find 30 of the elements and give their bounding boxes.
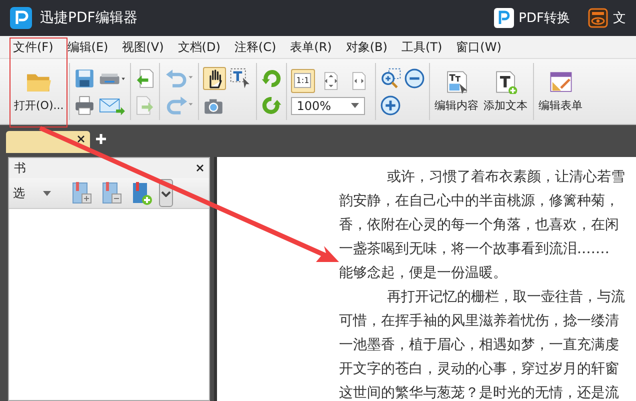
open-button[interactable]: 打开(O)...: [13, 68, 65, 115]
menu-item[interactable]: 文档(D): [170, 38, 228, 56]
menu-item[interactable]: 工具(T): [394, 38, 450, 56]
menu-item[interactable]: 窗口(W): [449, 38, 508, 56]
header-link[interactable]: 文: [613, 9, 626, 27]
menu-item[interactable]: 文件(F): [6, 38, 60, 56]
text-line: 一盏茶喝到无味，将一个故事看到流泪.……: [339, 240, 610, 259]
text-line: 韵安静，在自己心中的半亩桃源，修篱种菊，: [339, 192, 620, 211]
text-line: 可惜，在挥手袖的风里滋养着忧伤，捻一缕清: [339, 312, 620, 331]
text-line: 能够念起，便是一份温暖。: [339, 264, 508, 283]
edit-form-button[interactable]: 编辑表单: [538, 68, 584, 115]
header-link[interactable]: PDF转换: [518, 9, 570, 27]
menu-item[interactable]: 注释(C): [227, 38, 284, 56]
text-line: 开文字的苍白，灵动的心事，穿过岁月的轩窗: [339, 360, 620, 379]
zoom-select[interactable]: 100%: [290, 96, 365, 114]
menu-item[interactable]: 视图(V): [115, 38, 171, 56]
text-line: 再打开记忆的栅栏，取一壶往昔，与流: [386, 288, 626, 307]
menu-item[interactable]: 表单(R): [283, 38, 339, 56]
text-line: 这世间的繁华与葱茏？是时光的无情，还是流: [339, 384, 620, 401]
menu-item[interactable]: 编辑(E): [60, 38, 116, 56]
menu-item[interactable]: 对象(B): [338, 38, 394, 56]
actual-size-icon[interactable]: 1:1: [290, 68, 315, 92]
options-dropdown[interactable]: 选: [13, 184, 63, 202]
text-line: 一池墨香，植于眉心，相遇如梦，一直充满虔: [339, 336, 620, 355]
edit-content-button[interactable]: 编辑内容: [434, 68, 480, 115]
panel-title: 书: [14, 160, 26, 176]
text-line: 香，依附在心灵的每一个角落，也喜欢，在闲: [339, 216, 620, 235]
add-text-button[interactable]: 添加文本: [482, 68, 529, 115]
window-title: 迅捷PDF编辑器: [40, 9, 138, 27]
text-line: 或许，习惯了着布衣素颜，让清心若雪: [386, 168, 626, 187]
